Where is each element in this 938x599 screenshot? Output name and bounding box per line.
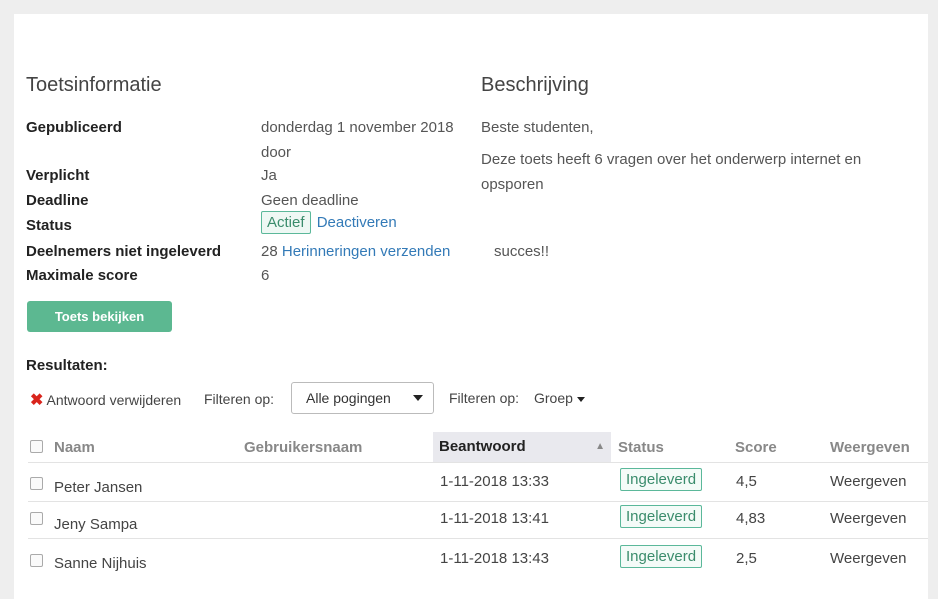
- chevron-down-icon: [413, 395, 423, 401]
- description-closing: succes!!: [494, 243, 550, 260]
- table-row: Jeny Sampa 1-11-2018 13:41 Ingeleverd 4,…: [14, 502, 928, 538]
- sort-asc-icon: ▲: [595, 441, 605, 452]
- column-answered[interactable]: Beantwoord ▲: [433, 432, 611, 462]
- not-submitted-count: 28: [261, 243, 278, 260]
- close-icon: ✖: [30, 392, 44, 409]
- description-title: Beschrijving: [481, 74, 589, 96]
- required-value: Ja: [261, 167, 277, 184]
- description-line-2: opsporen: [481, 176, 544, 193]
- delete-answer-label: Antwoord verwijderen: [46, 392, 182, 408]
- status-badge: Ingeleverd: [620, 468, 703, 491]
- row-checkbox[interactable]: [30, 477, 43, 490]
- row-name: Jeny Sampa: [54, 516, 138, 533]
- info-title: Toetsinformatie: [26, 74, 162, 96]
- row-name: Sanne Nijhuis: [54, 555, 147, 572]
- group-dropdown[interactable]: Groep: [534, 390, 585, 406]
- deactivate-link[interactable]: Deactiveren: [317, 214, 397, 231]
- row-answered: 1-11-2018 13:41: [440, 510, 549, 527]
- row-score: 4,5: [736, 473, 757, 490]
- row-status: Ingeleverd: [620, 468, 703, 491]
- table-row: Sanne Nijhuis 1-11-2018 13:43 Ingeleverd…: [14, 539, 928, 579]
- published-value: donderdag 1 november 2018: [261, 119, 454, 136]
- not-submitted-row: 28 Herinneringen verzenden: [261, 243, 450, 260]
- row-answered: 1-11-2018 13:33: [440, 473, 549, 490]
- required-label: Verplicht: [26, 167, 90, 184]
- status-badge: Ingeleverd: [620, 505, 703, 528]
- select-all-checkbox[interactable]: [30, 440, 43, 453]
- row-status: Ingeleverd: [620, 545, 703, 568]
- column-score[interactable]: Score: [735, 439, 777, 456]
- deadline-value: Geen deadline: [261, 192, 359, 209]
- status-row: Actief Deactiveren: [261, 211, 397, 234]
- row-score: 2,5: [736, 550, 757, 567]
- caret-down-icon: [576, 396, 585, 402]
- attempts-filter-value: Alle pogingen: [306, 390, 391, 406]
- row-answered: 1-11-2018 13:43: [440, 550, 549, 567]
- description-greeting: Beste studenten,: [481, 119, 594, 136]
- row-checkbox[interactable]: [30, 554, 43, 567]
- deadline-label: Deadline: [26, 192, 89, 209]
- row-view-link[interactable]: Weergeven: [830, 473, 906, 490]
- results-title: Resultaten:: [26, 357, 108, 374]
- row-score: 4,83: [736, 510, 766, 527]
- description-line-1: Deze toets heeft 6 vragen over het onder…: [481, 151, 862, 168]
- results-table-header: Naam Gebruikersnaam Beantwoord ▲ Status …: [14, 432, 928, 462]
- published-label: Gepubliceerd: [26, 119, 122, 136]
- max-score-label: Maximale score: [26, 267, 138, 284]
- status-active-badge: Actief: [261, 211, 311, 234]
- group-dropdown-label: Groep: [534, 390, 573, 406]
- column-username[interactable]: Gebruikersnaam: [244, 439, 362, 456]
- column-answered-label: Beantwoord: [439, 438, 526, 455]
- table-row: Peter Jansen 1-11-2018 13:33 Ingeleverd …: [14, 463, 928, 501]
- row-view-link[interactable]: Weergeven: [830, 550, 906, 567]
- column-name[interactable]: Naam: [54, 439, 95, 456]
- column-status[interactable]: Status: [618, 439, 664, 456]
- status-label: Status: [26, 217, 72, 234]
- row-status: Ingeleverd: [620, 505, 703, 528]
- row-checkbox[interactable]: [30, 512, 43, 525]
- delete-answer-button[interactable]: ✖ Antwoord verwijderen: [30, 390, 181, 410]
- status-badge: Ingeleverd: [620, 545, 703, 568]
- test-panel: Toetsinformatie Gepubliceerd donderdag 1…: [14, 14, 928, 599]
- view-test-button[interactable]: Toets bekijken: [27, 301, 172, 332]
- filter-label-2: Filteren op:: [449, 390, 520, 406]
- send-reminders-link[interactable]: Herinneringen verzenden: [282, 243, 450, 260]
- max-score-value: 6: [261, 267, 270, 284]
- not-submitted-label: Deelnemers niet ingeleverd: [26, 243, 222, 260]
- row-name: Peter Jansen: [54, 479, 143, 496]
- attempts-filter-select[interactable]: Alle pogingen: [291, 382, 434, 414]
- row-view-link[interactable]: Weergeven: [830, 510, 906, 527]
- filter-label-1: Filteren op:: [204, 391, 275, 407]
- column-view: Weergeven: [830, 439, 910, 456]
- published-by: door: [261, 144, 292, 161]
